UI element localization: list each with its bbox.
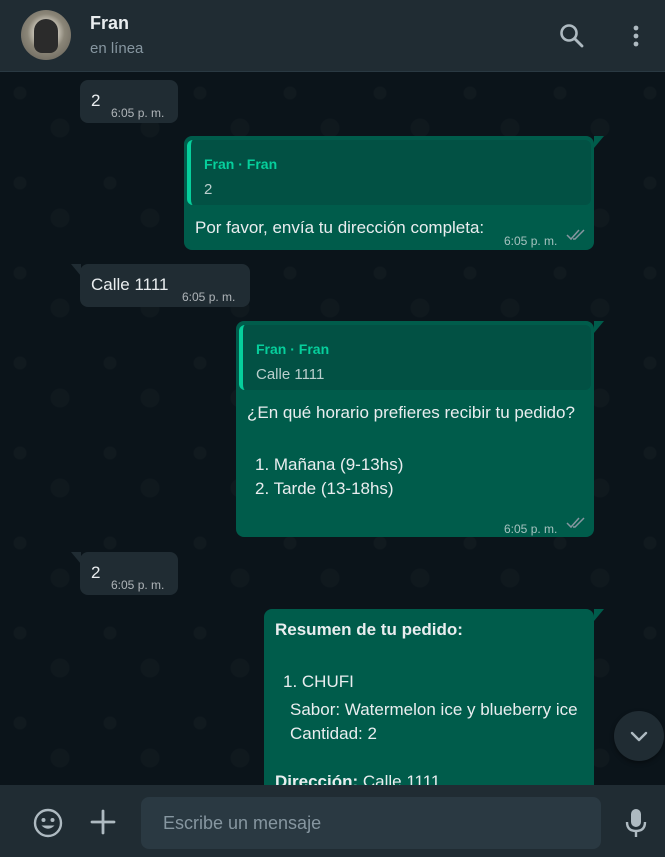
search-icon[interactable] bbox=[558, 22, 586, 50]
quoted-message[interactable]: Fran · Fran Calle 1111 bbox=[239, 325, 591, 390]
summary-title: Resumen de tu pedido: bbox=[275, 620, 463, 639]
message-text: Calle 1111 bbox=[91, 275, 169, 294]
quote-author: Fran · Fran bbox=[256, 341, 330, 357]
read-ticks-icon bbox=[566, 229, 585, 241]
option-item: 1. Mañana (9-13hs) bbox=[255, 455, 404, 474]
message-text: Por favor, envía tu dirección completa: bbox=[195, 218, 485, 237]
message-time: 6:05 p. m. bbox=[504, 522, 558, 536]
option-item: 2. Tarde (13-18hs) bbox=[255, 479, 394, 498]
contact-name[interactable]: Fran bbox=[90, 13, 129, 34]
quoted-message[interactable]: Fran · Fran 2 bbox=[187, 140, 591, 205]
order-address: Dirección: Calle 1111 bbox=[275, 770, 440, 785]
quote-text: Calle 1111 bbox=[256, 366, 325, 383]
message-text: ¿En qué horario prefieres recibir tu ped… bbox=[247, 403, 575, 422]
order-item: 1. CHUFI bbox=[283, 672, 354, 691]
scroll-to-bottom-button[interactable] bbox=[614, 711, 664, 761]
incoming-message[interactable]: Calle 1111 6:05 p. m. bbox=[80, 264, 250, 307]
address-value: Calle 1111 bbox=[358, 772, 441, 785]
microphone-icon[interactable] bbox=[622, 807, 650, 839]
quote-author: Fran · Fran bbox=[204, 156, 278, 172]
order-flavor: Sabor: Watermelon ice y blueberry ice bbox=[290, 700, 578, 719]
kebab-menu-icon[interactable] bbox=[622, 22, 650, 50]
composer bbox=[0, 785, 665, 857]
message-time: 6:05 p. m. bbox=[182, 290, 236, 304]
message-text: 2 bbox=[91, 563, 101, 582]
message-text: 2 bbox=[91, 91, 101, 110]
incoming-message[interactable]: 2 6:05 p. m. bbox=[80, 552, 178, 595]
message-input[interactable] bbox=[141, 797, 601, 849]
outgoing-message[interactable]: Fran · Fran 2 Por favor, envía tu direcc… bbox=[184, 136, 594, 250]
outgoing-message[interactable]: Fran · Fran Calle 1111 ¿En qué horario p… bbox=[236, 321, 594, 537]
chevron-down-icon bbox=[630, 731, 648, 742]
message-list[interactable]: 2 6:05 p. m. Fran · Fran 2 Por favor, en… bbox=[0, 73, 665, 785]
read-ticks-icon bbox=[566, 517, 585, 529]
message-time: 6:05 p. m. bbox=[111, 578, 165, 592]
message-time: 6:05 p. m. bbox=[504, 234, 558, 248]
quote-text: 2 bbox=[204, 181, 213, 198]
outgoing-message[interactable]: Resumen de tu pedido: 1. CHUFI Sabor: Wa… bbox=[264, 609, 594, 785]
address-label: Dirección: bbox=[275, 772, 359, 785]
incoming-message[interactable]: 2 6:05 p. m. bbox=[80, 80, 178, 123]
plus-icon[interactable] bbox=[88, 807, 118, 837]
emoji-icon[interactable] bbox=[32, 807, 64, 839]
message-time: 6:05 p. m. bbox=[111, 106, 165, 120]
chat-header: Fran en línea bbox=[0, 0, 665, 72]
avatar[interactable] bbox=[21, 10, 71, 60]
order-quantity: Cantidad: 2 bbox=[290, 724, 377, 743]
contact-status: en línea bbox=[90, 40, 144, 57]
